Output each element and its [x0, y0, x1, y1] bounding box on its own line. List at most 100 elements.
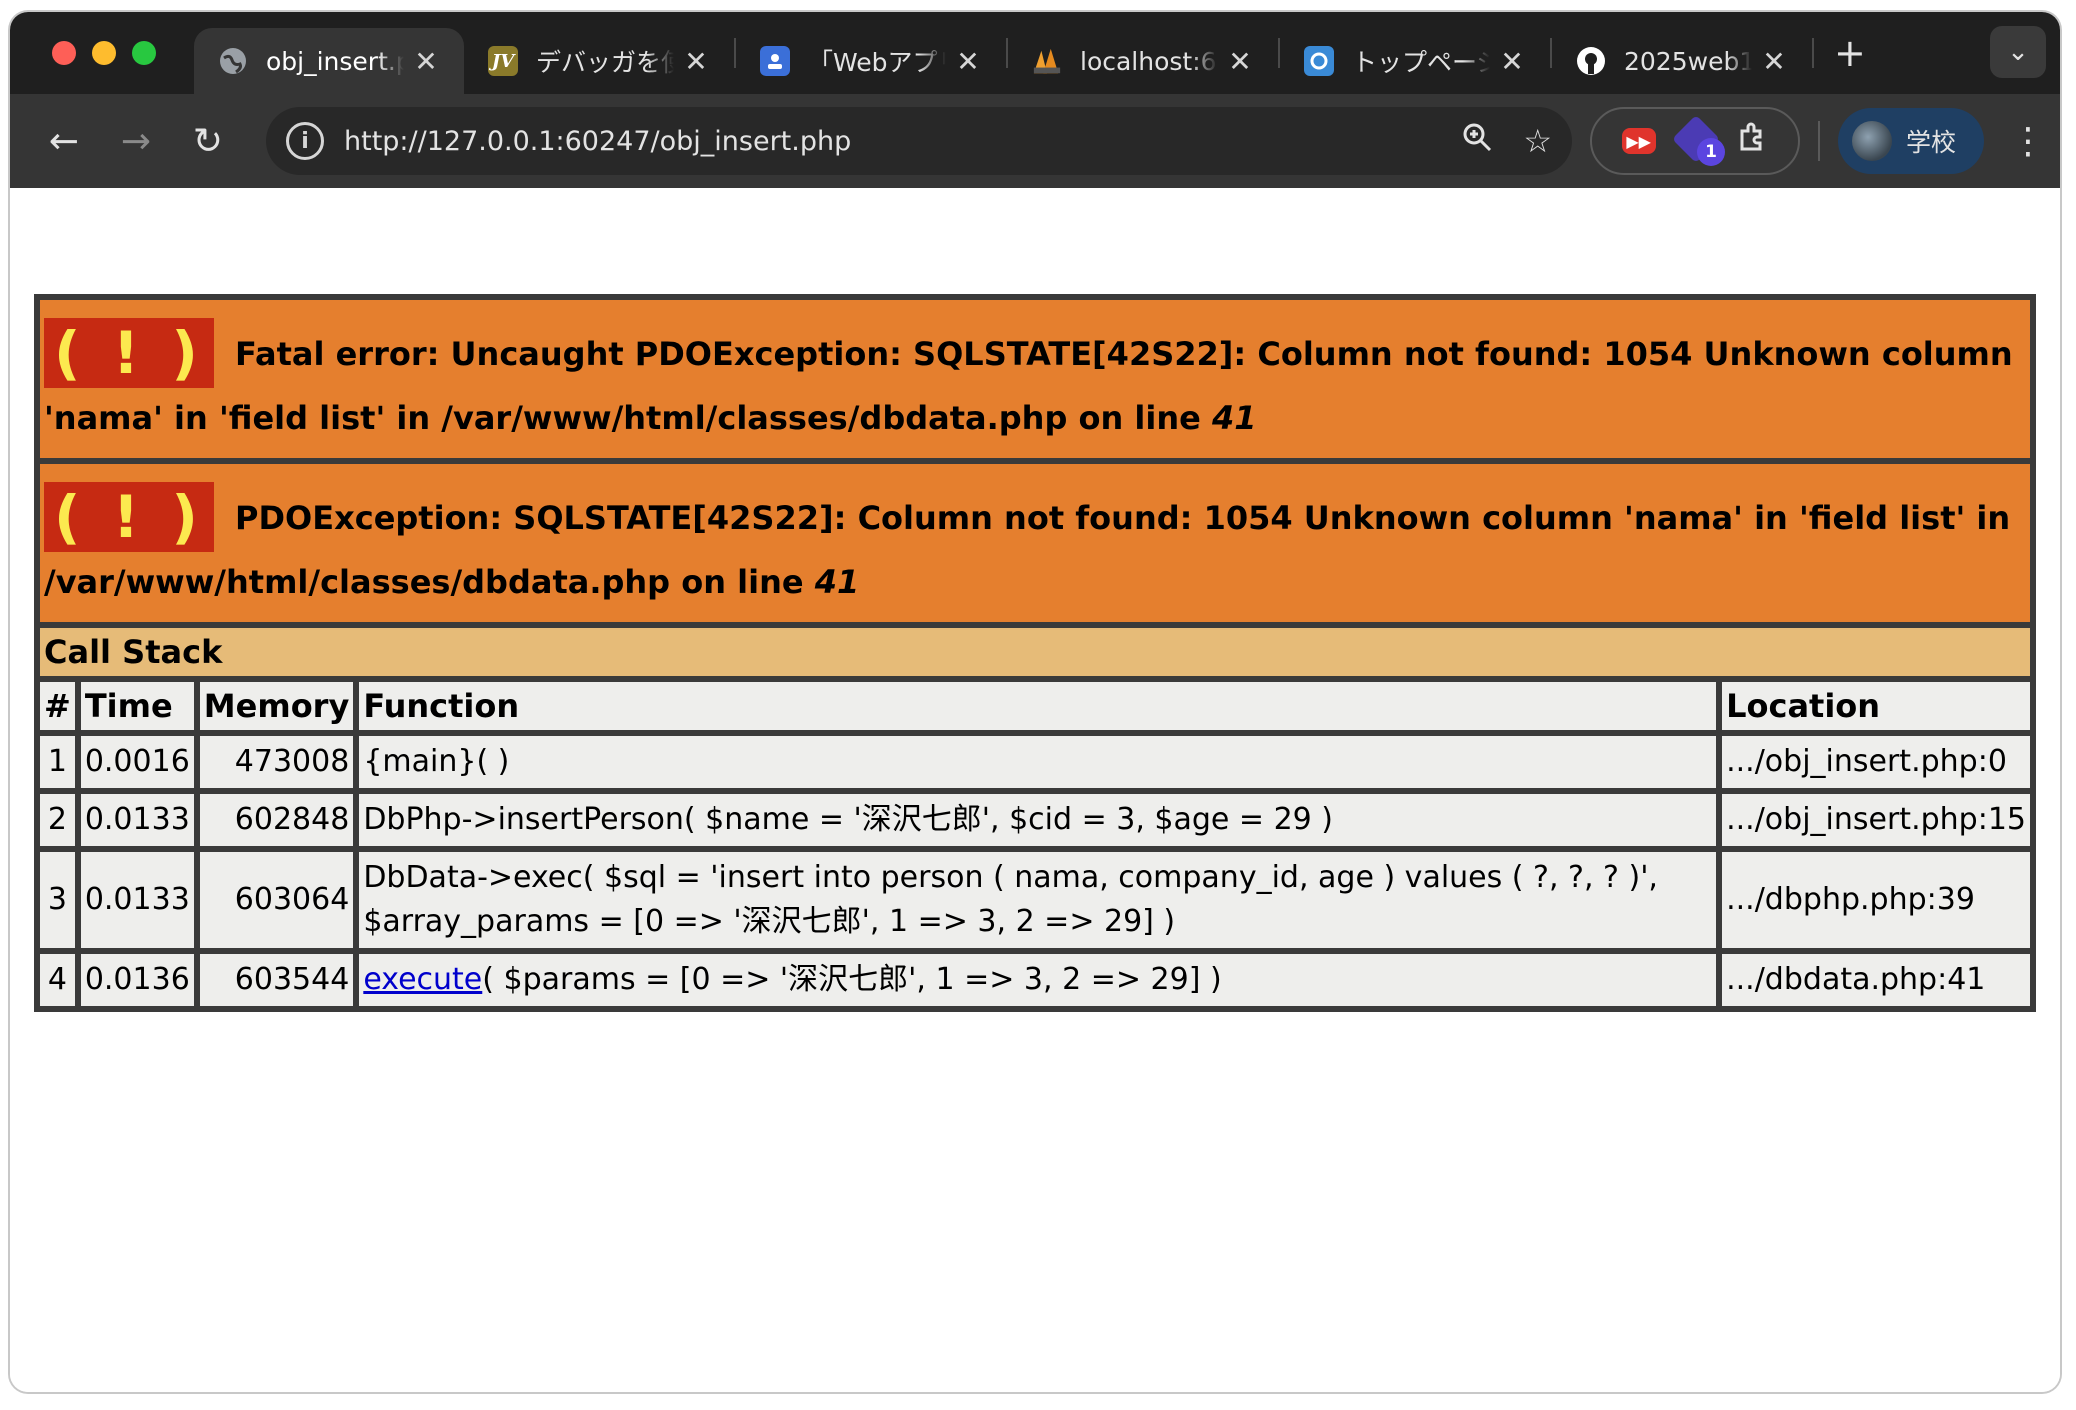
- column-header-function: Function: [356, 679, 1720, 733]
- blue-circle-icon: [1304, 46, 1334, 76]
- profile-button[interactable]: 学校: [1838, 108, 1984, 174]
- table-row: 4 0.0136 603544 execute( $params = [0 =>…: [37, 951, 2033, 1009]
- avatar: [1852, 121, 1892, 161]
- chevron-down-icon: ⌄: [2007, 37, 2029, 67]
- stack-extension-button[interactable]: 1: [1671, 114, 1725, 166]
- exception-row: ( ! ) PDOException: SQLSTATE[42S22]: Col…: [37, 461, 2033, 625]
- tab-label: obj_insert.p: [266, 46, 404, 76]
- tab-strip: obj_insert.p ✕ JV デバッガを使 ✕ 「Webアプリ ✕: [10, 12, 2060, 94]
- tab-label: 「Webアプリ: [808, 48, 946, 77]
- tab-label: 2025web1-: [1624, 46, 1752, 76]
- row-location: .../obj_insert.php:0: [1719, 733, 2033, 791]
- arrow-right-icon: →: [120, 120, 152, 162]
- toolbar-separator: [1818, 121, 1820, 161]
- close-tab-icon[interactable]: ✕: [1226, 45, 1254, 78]
- row-function-line2: $array_params = [0 => '深沢七郎', 1 => 3, 2 …: [363, 904, 1176, 939]
- row-index: 1: [37, 733, 78, 791]
- fatal-error-line: 41: [1211, 399, 1257, 437]
- column-header-index: #: [37, 679, 78, 733]
- puzzle-icon[interactable]: [1736, 121, 1768, 161]
- reload-icon: ↻: [192, 120, 224, 162]
- warning-bang-icon: ( ! ): [44, 482, 214, 552]
- tab-toppage[interactable]: トップページ ✕: [1280, 28, 1550, 94]
- column-header-location: Location: [1719, 679, 2033, 733]
- tab-localhost[interactable]: localhost:60 ✕: [1008, 28, 1278, 94]
- exception-line: 41: [814, 563, 860, 601]
- row-memory: 602848: [196, 791, 357, 849]
- video-extension-icon[interactable]: ▶▶: [1621, 128, 1656, 154]
- github-icon: [1576, 46, 1606, 76]
- execute-doc-link[interactable]: execute: [363, 962, 482, 997]
- fatal-error-message: ( ! ) Fatal error: Uncaught PDOException…: [37, 297, 2033, 461]
- warning-bang-icon: ( ! ): [44, 318, 214, 388]
- tab-obj-insert[interactable]: obj_insert.p ✕: [194, 28, 464, 94]
- extensions-area: ▶▶ 1: [1590, 107, 1800, 175]
- tab-search-button[interactable]: ⌄: [1990, 26, 2046, 78]
- zoom-icon[interactable]: [1461, 121, 1493, 161]
- tab-separator: [1812, 38, 1814, 68]
- column-header-time: Time: [77, 679, 197, 733]
- contacts-icon: [760, 46, 790, 76]
- extension-badge: 1: [1696, 138, 1725, 166]
- profile-label: 学校: [1906, 128, 1957, 157]
- table-row: 1 0.0016 473008 {main}( ) .../obj_insert…: [37, 733, 2033, 791]
- row-time: 0.0133: [77, 849, 197, 951]
- back-button[interactable]: ←: [34, 111, 94, 171]
- page-content: ( ! ) Fatal error: Uncaught PDOException…: [10, 188, 2060, 1392]
- row-function: {main}( ): [356, 733, 1720, 791]
- jv-icon: JV: [488, 46, 518, 76]
- minimize-window-button[interactable]: [92, 41, 116, 65]
- row-function: execute( $params = [0 => '深沢七郎', 1 => 3,…: [356, 951, 1720, 1009]
- table-row: 2 0.0133 602848 DbPhp->insertPerson( $na…: [37, 791, 2033, 849]
- close-tab-icon[interactable]: ✕: [682, 45, 710, 78]
- zoom-window-button[interactable]: [132, 41, 156, 65]
- menu-icon[interactable]: ⋮: [2010, 121, 2046, 162]
- site-info-icon[interactable]: i: [286, 122, 324, 160]
- address-bar[interactable]: i http://127.0.0.1:60247/obj_insert.php …: [266, 107, 1572, 175]
- row-location: .../dbphp.php:39: [1719, 849, 2033, 951]
- tab-webapp[interactable]: 「Webアプリ ✕: [736, 28, 1006, 94]
- row-memory: 603544: [196, 951, 357, 1009]
- call-stack-title: Call Stack: [37, 625, 2033, 679]
- close-tab-icon[interactable]: ✕: [1498, 45, 1526, 78]
- row-index: 2: [37, 791, 78, 849]
- row-function: DbPhp->insertPerson( $name = '深沢七郎', $ci…: [356, 791, 1720, 849]
- row-index: 3: [37, 849, 78, 951]
- reload-button[interactable]: ↻: [178, 111, 238, 171]
- close-tab-icon[interactable]: ✕: [412, 45, 440, 78]
- phpmyadmin-icon: [1032, 46, 1062, 76]
- tabs: obj_insert.p ✕ JV デバッガを使 ✕ 「Webアプリ ✕: [194, 12, 1866, 94]
- row-function: DbData->exec( $sql = 'insert into person…: [356, 849, 1720, 951]
- close-window-button[interactable]: [52, 41, 76, 65]
- row-function-line1: DbData->exec( $sql = 'insert into person…: [363, 860, 1658, 895]
- tab-label: トップページ: [1352, 48, 1490, 77]
- xdebug-error-table: ( ! ) Fatal error: Uncaught PDOException…: [34, 294, 2036, 1012]
- row-memory: 603064: [196, 849, 357, 951]
- fatal-error-row: ( ! ) Fatal error: Uncaught PDOException…: [37, 297, 2033, 461]
- browser-window: obj_insert.p ✕ JV デバッガを使 ✕ 「Webアプリ ✕: [10, 12, 2060, 1392]
- row-function-args: ( $params = [0 => '深沢七郎', 1 => 3, 2 => 2…: [482, 962, 1222, 997]
- globe-icon: [218, 46, 248, 76]
- row-memory: 473008: [196, 733, 357, 791]
- call-stack-title-row: Call Stack: [37, 625, 2033, 679]
- row-index: 4: [37, 951, 78, 1009]
- toolbar: ← → ↻ i http://127.0.0.1:60247/obj_inser…: [10, 94, 2060, 188]
- row-time: 0.0133: [77, 791, 197, 849]
- close-tab-icon[interactable]: ✕: [1760, 45, 1788, 78]
- url-text[interactable]: http://127.0.0.1:60247/obj_insert.php: [344, 126, 1431, 157]
- call-stack-header-row: # Time Memory Function Location: [37, 679, 2033, 733]
- exception-message: ( ! ) PDOException: SQLSTATE[42S22]: Col…: [37, 461, 2033, 625]
- row-location: .../obj_insert.php:15: [1719, 791, 2033, 849]
- forward-button[interactable]: →: [106, 111, 166, 171]
- tab-debugger[interactable]: JV デバッガを使 ✕: [464, 28, 734, 94]
- window-controls: [52, 41, 156, 65]
- arrow-left-icon: ←: [48, 120, 80, 162]
- close-tab-icon[interactable]: ✕: [954, 45, 982, 78]
- row-location: .../dbdata.php:41: [1719, 951, 2033, 1009]
- tab-github[interactable]: 2025web1- ✕: [1552, 28, 1812, 94]
- tab-label: デバッガを使: [536, 48, 674, 77]
- bookmark-star-icon[interactable]: ☆: [1523, 122, 1552, 160]
- table-row: 3 0.0133 603064 DbData->exec( $sql = 'in…: [37, 849, 2033, 951]
- new-tab-button[interactable]: +: [1834, 31, 1866, 75]
- column-header-memory: Memory: [196, 679, 357, 733]
